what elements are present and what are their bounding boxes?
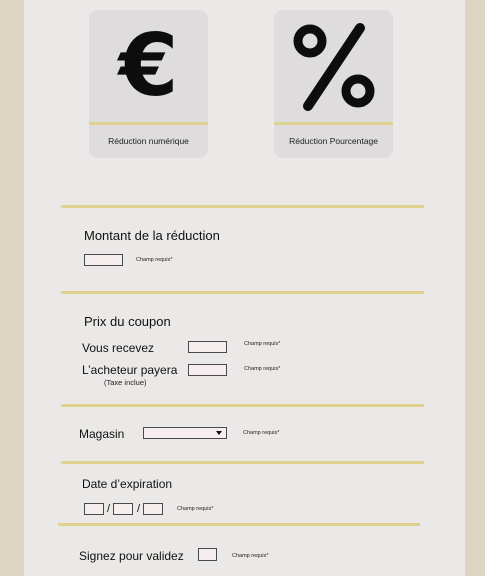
sign-label: Signez pour validez [79,549,184,563]
section-divider [61,461,424,464]
date-separator: / [107,503,111,515]
store-select[interactable] [143,427,227,439]
numeric-discount-card[interactable]: € Réduction numérique [89,10,208,158]
date-separator: / [137,503,141,515]
card-accent-bar [274,122,393,125]
numeric-discount-label: Réduction numérique [108,136,189,146]
amount-heading: Montant de la réduction [84,228,220,243]
amount-required-note: Champ requis* [136,257,173,263]
you-receive-label: Vous recevez [82,341,155,355]
percentage-discount-card[interactable]: Réduction Pourcentage [274,10,393,158]
expiry-month-input[interactable] [113,503,133,515]
buyer-pays-input[interactable] [188,364,227,376]
sign-required-note: Champ requis* [232,553,269,559]
expiry-heading: Date d’expiration [82,477,173,491]
chevron-down-icon [216,431,222,435]
tax-included-note: (Taxe inclue) [104,378,147,387]
section-divider [61,205,424,208]
section-divider [61,404,424,407]
section-divider [58,523,420,526]
expiry-required-note: Champ requis* [177,506,214,512]
you-receive-input[interactable] [188,341,227,353]
section-divider [61,291,424,294]
store-label: Magasin [79,427,125,441]
price-heading: Prix du coupon [84,314,171,329]
percent-icon [274,10,393,122]
amount-input[interactable] [84,254,123,266]
expiry-day-input[interactable] [84,503,104,515]
buyer-pays-required-note: Champ requis* [244,366,281,372]
expiry-year-input[interactable] [143,503,163,515]
sign-checkbox[interactable] [198,548,217,561]
you-receive-required-note: Champ requis* [244,341,281,347]
store-required-note: Champ requis* [243,430,280,436]
percentage-discount-label: Réduction Pourcentage [289,136,378,146]
card-accent-bar [89,122,208,125]
euro-icon: € [118,16,179,116]
buyer-pays-label: L’acheteur payera [82,363,178,377]
